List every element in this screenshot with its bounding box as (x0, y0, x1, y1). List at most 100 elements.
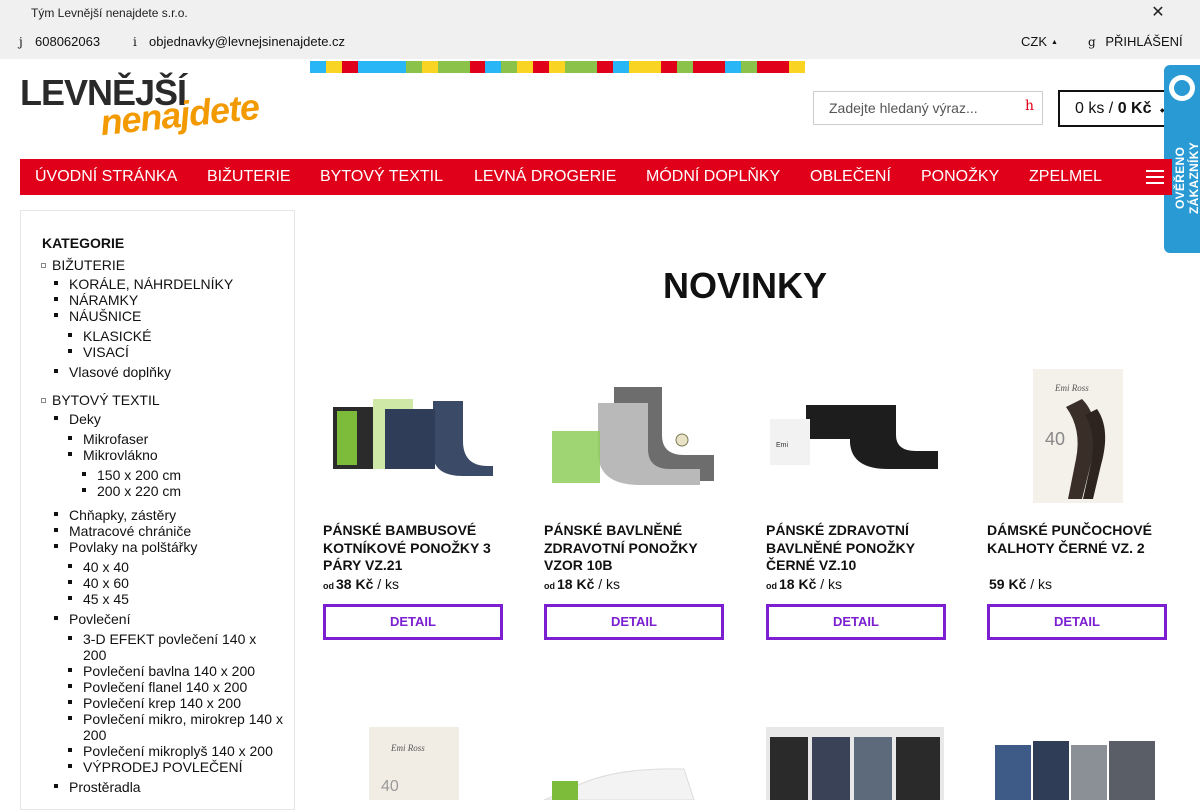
size-mark: 40 (381, 778, 399, 795)
product-card: PÁNSKÉ BAMBUSOVÉ KOTNÍKOVÉ PONOŽKY 3 PÁR… (323, 369, 503, 649)
category-item[interactable]: 200 x 220 cm (81, 483, 181, 499)
category-item[interactable]: Deky (54, 411, 101, 427)
product-name[interactable]: PÁNSKÉ BAMBUSOVÉ KOTNÍKOVÉ PONOŽKY 3 PÁR… (323, 522, 503, 575)
detail-button[interactable]: DETAIL (987, 604, 1167, 640)
search-icon[interactable]: h (1025, 98, 1034, 114)
product-name[interactable]: PÁNSKÉ BAVLNĚNÉ ZDRAVOTNÍ PONOŽKY VZOR 1… (544, 522, 724, 575)
category-item[interactable]: Povlečení mikro, mirokrep 140 x 200 (68, 711, 283, 743)
category-item[interactable]: BIŽUTERIE (40, 257, 125, 273)
stripe-segment (613, 61, 630, 73)
page-title: NOVINKY (662, 265, 828, 306)
product-image[interactable]: Emi Ross 40 (987, 369, 1167, 509)
login-link[interactable]: g PŘIHLÁŠENÍ (1088, 34, 1183, 49)
stripe-segment (772, 61, 789, 73)
category-item[interactable]: KLASICKÉ (67, 328, 151, 344)
cart-separator: / (1104, 100, 1118, 117)
product-price: od 38 Kč / ks (323, 576, 399, 592)
stripe-segment (756, 61, 773, 73)
product-price: 59 Kč / ks (987, 576, 1052, 592)
category-item[interactable]: NÁUŠNICE (53, 308, 141, 324)
nav-item-fashion-accessories[interactable]: MÓDNÍ DOPLŇKY (646, 168, 780, 186)
nav-item-socks[interactable]: PONOŽKY (921, 168, 999, 186)
category-item[interactable]: Povlečení bavlna 140 x 200 (67, 663, 255, 679)
brand-mark: Emi Ross (390, 743, 425, 753)
nav-item-zpelmel[interactable]: ZPELMEL (1029, 168, 1102, 186)
category-item[interactable]: KORÁLE, NÁHRDELNÍKY (53, 276, 233, 292)
category-item[interactable]: 40 x 60 (68, 575, 129, 591)
login-label: PŘIHLÁŠENÍ (1105, 34, 1183, 49)
cart-button[interactable]: 0 ks / 0 Kč ◆ (1058, 90, 1170, 127)
category-item[interactable]: 150 x 200 cm (81, 467, 181, 483)
category-item[interactable]: Povlaky na polštářky (53, 539, 197, 555)
badge-label: OVĚŘENO ZÁKAZNÍKY (1173, 141, 1200, 214)
stripe-segment (581, 61, 598, 73)
product-image[interactable] (323, 369, 503, 509)
email-address: objednavky@levnejsinenajdete.cz (149, 34, 346, 49)
category-item[interactable]: VISACÍ (68, 344, 129, 360)
category-item[interactable]: 45 x 45 (68, 591, 129, 607)
price-value: 18 Kč (779, 576, 817, 592)
category-item[interactable]: Povlečení flanel 140 x 200 (67, 679, 247, 695)
detail-button[interactable]: DETAIL (766, 604, 946, 640)
stripe-segment (373, 61, 390, 73)
stripe-segment (357, 61, 374, 73)
phone-number: 608062063 (35, 34, 101, 49)
price-value: 38 Kč (336, 576, 374, 592)
category-item[interactable]: Mikrovlákno (68, 447, 158, 463)
category-item[interactable]: Mikrofaser (67, 431, 148, 447)
cart-total: 0 Kč (1117, 100, 1152, 117)
size-mark: 40 (1045, 429, 1065, 449)
stripe-segment (692, 61, 709, 73)
stripe-segment (533, 61, 550, 73)
phone-link[interactable]: j 608062063 (19, 34, 100, 49)
email-link[interactable]: i objednavky@levnejsinenajdete.cz (133, 34, 345, 49)
category-item[interactable]: Povlečení (53, 611, 130, 627)
category-item[interactable]: Matracové chrániče (53, 523, 191, 539)
product-image[interactable] (766, 727, 946, 800)
category-sidebar: KATEGORIE BIŽUTERIE KORÁLE, NÁHRDELNÍKY … (20, 210, 295, 810)
nav-item-drugstore[interactable]: LEVNÁ DROGERIE (474, 168, 616, 186)
stripe-segment (724, 61, 741, 73)
stripe-segment (708, 61, 725, 73)
close-icon[interactable]: ✕ (1150, 4, 1166, 22)
detail-button[interactable]: DETAIL (323, 604, 503, 640)
stripe-segment (549, 61, 566, 73)
stripe-segment (501, 61, 518, 73)
category-item[interactable]: Vlasové doplňky (54, 364, 171, 380)
nav-item-jewelry[interactable]: BIŽUTERIE (207, 168, 291, 186)
product-image[interactable] (544, 369, 724, 509)
product-image[interactable]: Emi (766, 369, 946, 509)
category-item[interactable]: 40 x 40 (68, 559, 129, 575)
chevron-up-icon: ▲ (1051, 39, 1058, 47)
nav-item-home[interactable]: ÚVODNÍ STRÁNKA (35, 168, 177, 186)
currency-selector[interactable]: CZK ▲ (1021, 34, 1058, 49)
site-logo[interactable]: LEVNĚJŠÍ nenajdete (20, 72, 261, 144)
product-image[interactable] (544, 727, 724, 800)
product-image[interactable]: Emi Ross 40 (323, 727, 503, 800)
nav-item-home-textile[interactable]: BYTOVÝ TEXTIL (320, 168, 443, 186)
product-image[interactable] (987, 727, 1167, 800)
stripe-segment (453, 61, 470, 73)
category-item[interactable]: Povlečení mikroplyš 140 x 200 (68, 743, 273, 759)
decorative-color-stripe (310, 61, 805, 73)
category-item[interactable]: NÁRAMKY (53, 292, 138, 308)
category-item[interactable]: VÝPRODEJ POVLEČENÍ (68, 759, 243, 775)
category-item[interactable]: Chňapky, zástěry (53, 507, 176, 523)
sidebar-title: KATEGORIE (42, 235, 125, 251)
stripe-segment (421, 61, 438, 73)
category-item[interactable]: Prostěradla (54, 779, 141, 795)
category-item[interactable]: 3-D EFEKT povlečení 140 x 200 (68, 631, 278, 663)
price-unit: / ks (1026, 576, 1053, 592)
stripe-segment (469, 61, 486, 73)
stripe-segment (597, 61, 614, 73)
email-icon: i (133, 34, 137, 49)
product-name[interactable]: PÁNSKÉ ZDRAVOTNÍ BAVLNĚNÉ PONOŽKY ČERNÉ … (766, 522, 946, 575)
category-item[interactable]: Povlečení krep 140 x 200 (68, 695, 241, 711)
stripe-segment (310, 61, 326, 73)
nav-item-clothing[interactable]: OBLEČENÍ (810, 168, 891, 186)
category-item[interactable]: BYTOVÝ TEXTIL (41, 392, 160, 408)
detail-button[interactable]: DETAIL (544, 604, 724, 640)
search-input[interactable] (814, 92, 1014, 124)
product-name[interactable]: DÁMSKÉ PUNČOCHOVÉ KALHOTY ČERNÉ VZ. 2 (987, 522, 1167, 557)
menu-icon[interactable] (1146, 170, 1164, 184)
